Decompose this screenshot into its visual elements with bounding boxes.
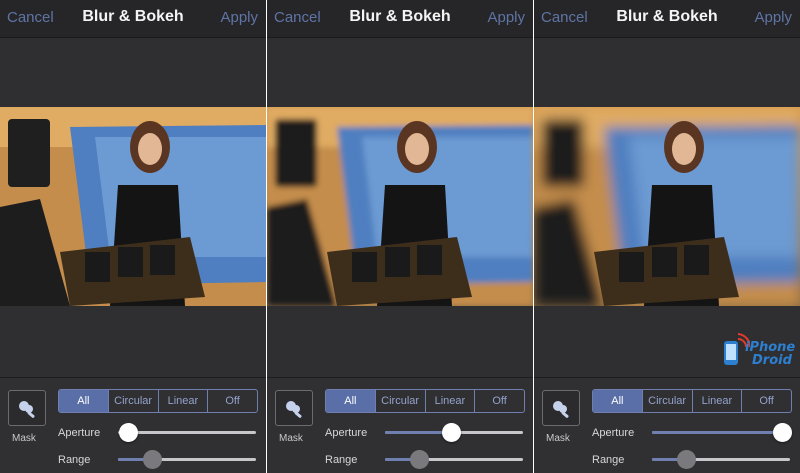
mode-circular-segment[interactable]: Circular [107,390,158,412]
mask-brush-icon [286,401,302,418]
range-knob[interactable] [677,450,696,469]
watermark-text-line2: Droid [752,353,792,368]
apply-button[interactable]: Apply [487,9,525,26]
apply-button[interactable]: Apply [220,9,258,26]
aperture-knob[interactable] [442,423,461,442]
mode-off-segment[interactable]: Off [474,390,524,412]
blur-mode-segmented-control: All Circular Linear Off [325,389,525,413]
range-label: Range [58,454,91,466]
controls-area: Mask All Circular Linear Off Aperture Ra… [0,377,266,473]
range-slider[interactable] [385,450,523,469]
aperture-knob[interactable] [119,423,138,442]
apply-button[interactable]: Apply [754,9,792,26]
mode-all-segment[interactable]: All [593,390,642,412]
mask-label: Mask [546,433,570,444]
range-label: Range [325,454,358,466]
mode-linear-segment[interactable]: Linear [424,390,475,412]
mode-off-segment[interactable]: Off [207,390,257,412]
mode-all-segment[interactable]: All [326,390,375,412]
editor-panel-3: Cancel Blur & Bokeh Apply Mask All Circu… [534,0,800,473]
editor-panel-2: Cancel Blur & Bokeh Apply Mask All Circu… [267,0,533,473]
top-bar: Cancel Blur & Bokeh Apply [0,0,266,38]
aperture-knob[interactable] [773,423,792,442]
photo-preview [267,107,533,306]
controls-area: Mask All Circular Linear Off Aperture Ra… [267,377,533,473]
mode-off-segment[interactable]: Off [741,390,791,412]
range-knob[interactable] [410,450,429,469]
controls-area: Mask All Circular Linear Off Aperture Ra… [534,377,800,473]
mask-label: Mask [12,433,36,444]
mask-button[interactable] [542,390,580,426]
photo-image [534,107,800,306]
aperture-label: Aperture [592,427,635,439]
aperture-slider[interactable] [652,423,792,442]
range-slider[interactable] [652,450,790,469]
top-bar: Cancel Blur & Bokeh Apply [267,0,533,38]
mask-brush-icon [553,401,569,418]
aperture-label: Aperture [325,427,368,439]
mode-linear-segment[interactable]: Linear [691,390,742,412]
photo-image [0,107,266,306]
mode-circular-segment[interactable]: Circular [641,390,692,412]
range-slider[interactable] [118,450,256,469]
mode-linear-segment[interactable]: Linear [157,390,208,412]
range-label: Range [592,454,625,466]
aperture-label: Aperture [58,427,101,439]
photo-image [267,107,533,306]
mask-button[interactable] [275,390,313,426]
mask-label: Mask [279,433,303,444]
iphonedroid-watermark: iPhone Droid [720,331,796,371]
mode-all-segment[interactable]: All [59,390,108,412]
aperture-slider[interactable] [385,423,523,442]
blur-mode-segmented-control: All Circular Linear Off [58,389,258,413]
photo-preview [0,107,266,306]
editor-panel-1: Cancel Blur & Bokeh Apply Mask All Circu… [0,0,266,473]
mask-brush-icon [19,401,35,418]
top-bar: Cancel Blur & Bokeh Apply [534,0,800,38]
range-knob[interactable] [143,450,162,469]
aperture-fill [652,431,782,434]
mask-button[interactable] [8,390,46,426]
aperture-slider[interactable] [118,423,256,442]
mode-circular-segment[interactable]: Circular [374,390,425,412]
photo-preview [534,107,800,306]
blur-mode-segmented-control: All Circular Linear Off [592,389,792,413]
